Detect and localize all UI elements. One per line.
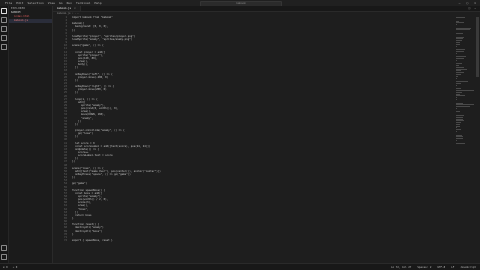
status-item-left[interactable]: ⚠ 0 xyxy=(13,266,18,269)
code-text: }) xyxy=(72,28,76,32)
editor-area: kaboom.js × ◫ ⋯ kaboom.js › ... 1 import … xyxy=(53,6,480,264)
source-control-icon[interactable] xyxy=(0,24,8,33)
code-text: }) xyxy=(72,135,79,139)
code-text: }) xyxy=(72,176,76,180)
split-editor-icon[interactable]: ◫ xyxy=(468,6,470,11)
code-text: return boss xyxy=(72,213,92,217)
code-text: scoreLabel.text = score xyxy=(72,154,113,158)
tab-kaboom-js[interactable]: kaboom.js × xyxy=(53,6,81,11)
status-item-right[interactable]: JavaScript xyxy=(460,266,476,269)
status-item-right[interactable]: Ln 72, Col 27 xyxy=(391,266,411,269)
status-item-right[interactable]: Spaces: 2 xyxy=(417,266,431,269)
minimap[interactable] xyxy=(456,17,474,257)
code-text: import kaboom from "kaboom" xyxy=(72,16,113,19)
tab-label: kaboom.js xyxy=(57,7,72,10)
status-item-right[interactable]: UTF-8 xyxy=(437,266,445,269)
code-text: scene("game", () => { xyxy=(72,44,104,48)
code-line: 72 export { spawnBoss, reset } xyxy=(53,239,480,242)
editor-actions: ◫ ⋯ xyxy=(468,6,480,11)
code-text: onKeyPress("space", () => go("game")) xyxy=(72,173,131,177)
status-item-left[interactable]: ⊗ 0 xyxy=(3,266,8,269)
editor-scrollbar[interactable] xyxy=(475,17,480,263)
close-icon[interactable]: × xyxy=(74,6,76,11)
settings-icon[interactable] xyxy=(0,252,8,261)
code-text: destroyAll("boss") xyxy=(72,229,103,233)
line-number: 72 xyxy=(63,238,67,242)
code-text: loadSprite("enemy", "sprites/enemy.png") xyxy=(72,37,133,41)
code-text: }) xyxy=(72,122,79,126)
status-item-right[interactable]: LF xyxy=(451,266,454,269)
extensions-icon[interactable] xyxy=(0,42,8,51)
files-icon[interactable] xyxy=(0,6,8,15)
code-text: go("game") xyxy=(72,182,88,186)
code-editor[interactable]: 1 import kaboom from "kaboom" 2 3 kaboom({4 … xyxy=(53,16,480,242)
run-icon[interactable] xyxy=(0,33,8,42)
code-text: }) xyxy=(72,160,76,164)
code-text: export { spawnBoss, reset } xyxy=(72,238,113,242)
explorer-sidebar: EXPLORER KABOOM index.html kaboom.js xyxy=(9,6,53,264)
code-text: ]) xyxy=(72,66,79,70)
account-icon[interactable] xyxy=(0,243,8,252)
more-actions-icon[interactable]: ⋯ xyxy=(474,6,476,11)
scrollbar-thumb[interactable] xyxy=(476,17,479,77)
explorer-file[interactable]: kaboom.js xyxy=(9,19,52,23)
activity-bar xyxy=(0,6,9,264)
code-text: }) xyxy=(72,91,79,95)
search-icon[interactable] xyxy=(0,15,8,24)
status-bar: ⊗ 0 ⚠ 0 Ln 72, Col 27 Spaces: 2 UTF-8 LF Java… xyxy=(0,263,480,270)
code-text: background: [0, 0, 0], xyxy=(72,25,109,29)
code-text: }) xyxy=(72,78,79,82)
code-text: } xyxy=(72,217,74,220)
code-text: } xyxy=(72,232,74,236)
